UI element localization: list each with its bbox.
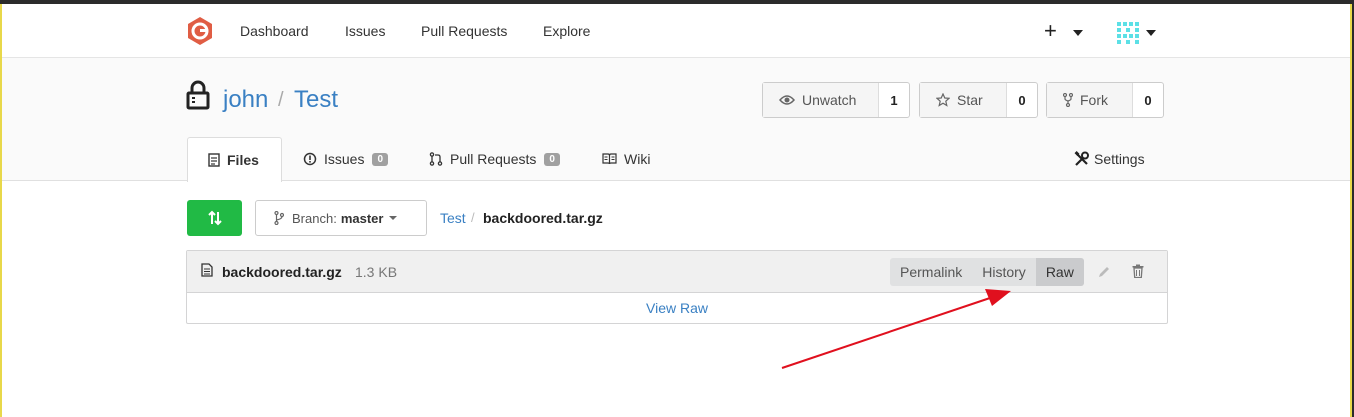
annotation-arrow-icon bbox=[781, 289, 1011, 369]
browser-viewport: Dashboard Issues Pull Requests Explore +… bbox=[0, 4, 1352, 417]
